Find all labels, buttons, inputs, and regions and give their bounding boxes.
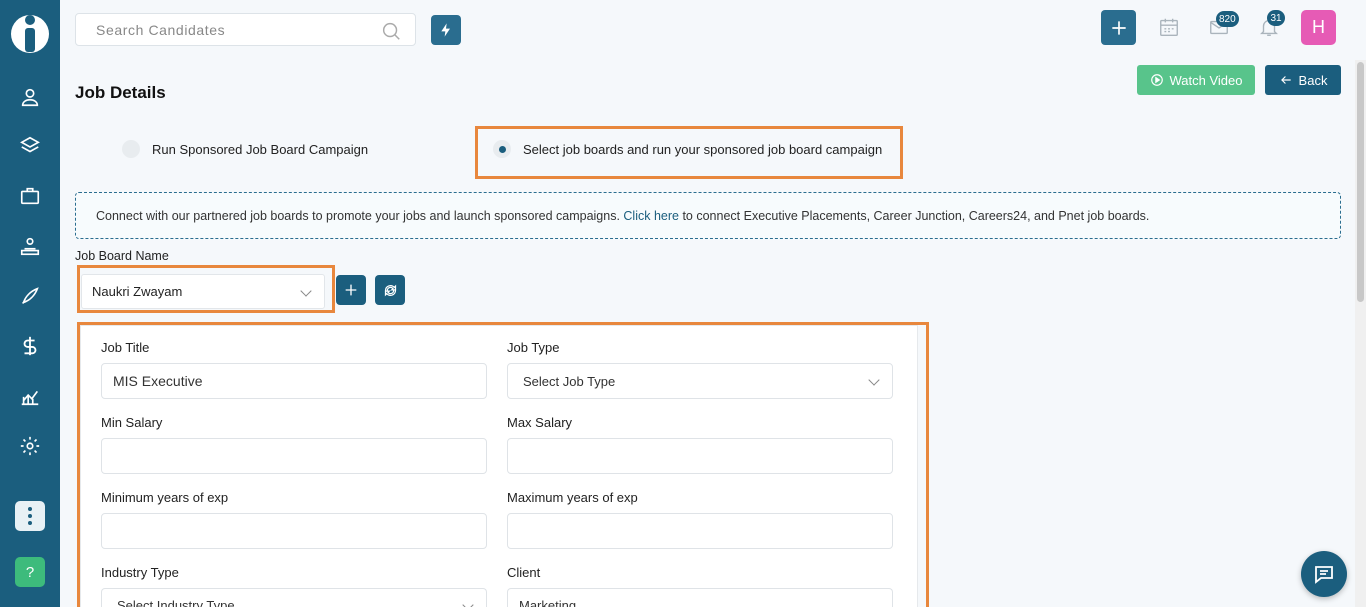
app-logo[interactable] (10, 10, 50, 56)
back-button[interactable]: Back (1265, 65, 1341, 95)
more-options-button[interactable] (15, 501, 45, 531)
watch-video-label: Watch Video (1169, 72, 1243, 88)
job-board-value: Naukri Zwayam (92, 284, 183, 299)
radio-run-sponsored-campaign[interactable]: Run Sponsored Job Board Campaign (122, 140, 368, 158)
job-board-label: Job Board Name (75, 249, 169, 263)
min-salary-label: Min Salary (101, 415, 163, 430)
sidebar: ? (0, 0, 60, 607)
layers-icon[interactable] (15, 131, 45, 161)
radio-circle-selected[interactable] (493, 140, 511, 158)
min-salary-input[interactable] (101, 438, 487, 474)
industry-type-select[interactable]: Select Industry Type (101, 588, 487, 607)
max-salary-label: Max Salary (507, 415, 573, 430)
job-title-input[interactable] (101, 363, 487, 399)
analytics-icon[interactable] (15, 381, 45, 411)
min-exp-input[interactable] (101, 513, 487, 549)
mail-badge: 820 (1216, 11, 1239, 27)
gear-icon[interactable] (15, 431, 45, 461)
job-type-value: Select Job Type (523, 373, 616, 389)
team-icon[interactable] (15, 231, 45, 261)
search-icon[interactable] (380, 20, 402, 42)
watch-video-button[interactable]: Watch Video (1137, 65, 1255, 95)
client-label: Client (507, 565, 541, 580)
job-title-label: Job Title (101, 340, 150, 355)
avatar[interactable]: H (1301, 10, 1336, 45)
calendar-icon[interactable] (1158, 16, 1180, 38)
plus-icon (1111, 20, 1126, 35)
job-type-label: Job Type (507, 340, 560, 355)
info-banner: Connect with our partnered job boards to… (75, 192, 1341, 239)
info-text-after: to connect Executive Placements, Career … (678, 208, 1150, 223)
page-title: Job Details (75, 83, 166, 102)
click-here-link[interactable]: Click here (623, 209, 679, 223)
notification-badge: 31 (1267, 10, 1285, 26)
refresh-icon (384, 284, 396, 296)
refresh-job-boards-button[interactable] (375, 275, 405, 305)
radio-label: Run Sponsored Job Board Campaign (152, 141, 369, 157)
chevron-down-icon (462, 599, 474, 607)
search-input[interactable] (76, 14, 366, 45)
industry-type-value: Select Industry Type (117, 598, 235, 607)
rocket-icon[interactable] (15, 281, 45, 311)
industry-type-label: Industry Type (101, 565, 179, 580)
scrollbar-thumb[interactable] (1357, 62, 1364, 302)
plus-icon (345, 284, 357, 296)
job-type-select[interactable]: Select Job Type (507, 363, 893, 399)
job-board-select[interactable]: Naukri Zwayam (81, 274, 325, 309)
info-text: Connect with our partnered job boards to… (96, 208, 624, 223)
client-input[interactable]: Marketing (507, 588, 893, 607)
briefcase-icon[interactable] (15, 181, 45, 211)
help-button[interactable]: ? (15, 557, 45, 587)
search-box (75, 13, 416, 46)
radio-select-job-boards[interactable]: Select job boards and run your sponsored… (493, 140, 882, 158)
max-salary-input[interactable] (507, 438, 893, 474)
max-exp-input[interactable] (507, 513, 893, 549)
radio-label: Select job boards and run your sponsored… (523, 141, 883, 157)
back-label: Back (1298, 72, 1328, 88)
play-circle-icon (1150, 74, 1163, 86)
add-job-board-button[interactable] (336, 275, 366, 305)
user-icon[interactable] (15, 82, 45, 112)
add-new-button[interactable] (1101, 10, 1136, 45)
page-scrollbar[interactable] (1355, 60, 1366, 607)
lightning-icon (441, 23, 450, 37)
chevron-down-icon (868, 374, 880, 386)
radio-circle[interactable] (122, 140, 140, 158)
quick-action-button[interactable] (431, 15, 461, 45)
chat-icon (1315, 566, 1333, 584)
client-value: Marketing (519, 598, 577, 607)
min-exp-label: Minimum years of exp (101, 490, 229, 505)
chat-button[interactable] (1301, 551, 1347, 597)
chevron-down-icon (300, 285, 312, 297)
max-exp-label: Maximum years of exp (507, 490, 638, 505)
arrow-left-icon (1280, 76, 1291, 84)
dollar-icon[interactable] (15, 331, 45, 361)
